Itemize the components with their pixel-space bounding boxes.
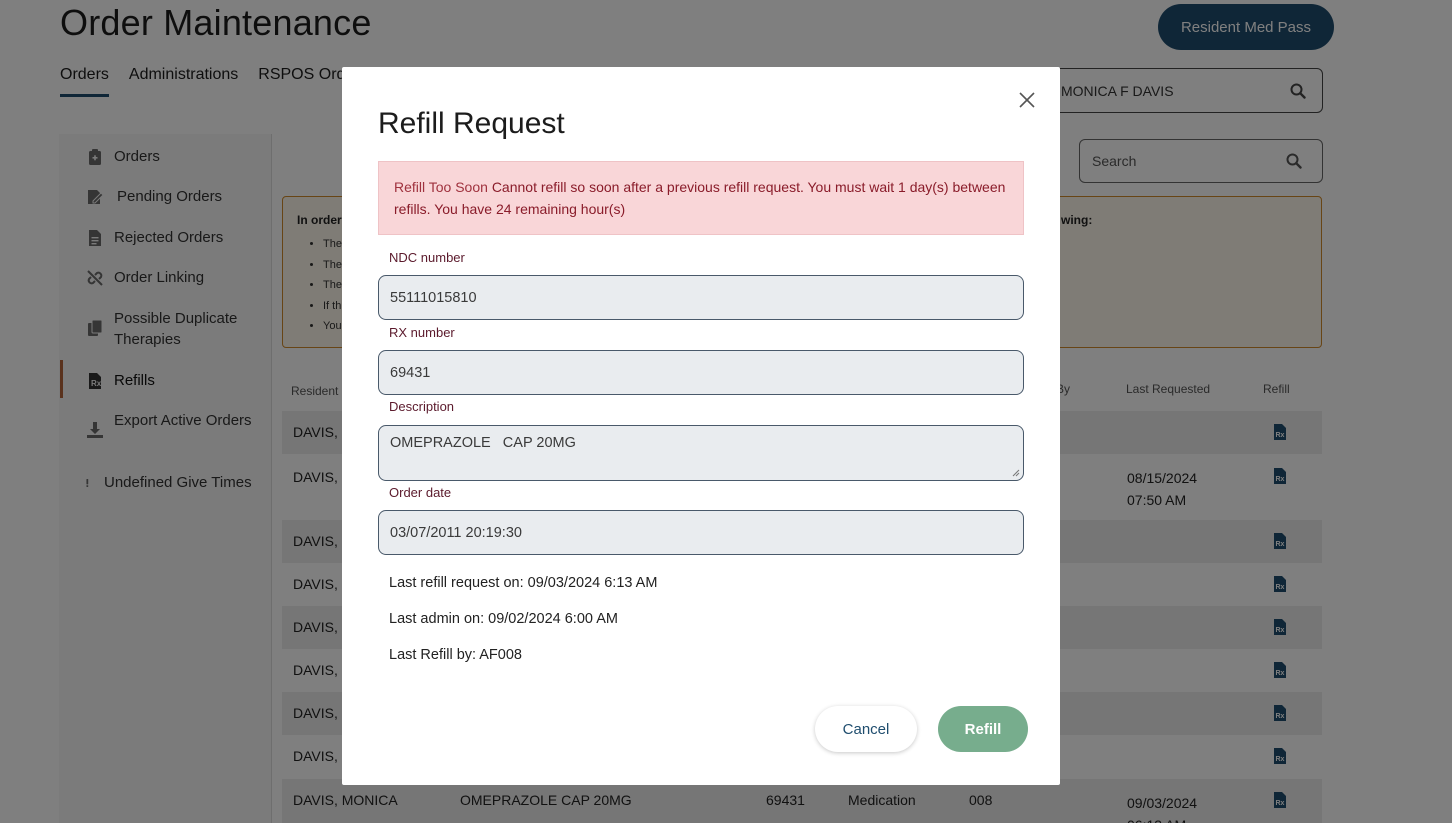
cancel-button[interactable]: Cancel [815,706,917,752]
ndc-number-field[interactable]: 55111015810 [378,275,1024,320]
refill-too-soon-alert: Refill Too Soon Cannot refill so soon af… [378,161,1024,235]
close-icon[interactable] [1017,90,1037,110]
rx-number-field[interactable]: 69431 [378,350,1024,395]
rx-number-label: RX number [389,325,455,340]
order-date-field[interactable]: 03/07/2011 20:19:30 [378,510,1024,555]
dialog-title: Refill Request [378,107,565,140]
ndc-number-label: NDC number [389,250,465,265]
refill-request-dialog: Refill Request Refill Too Soon Cannot re… [342,67,1060,785]
description-value: OMEPRAZOLE CAP 20MG [390,435,576,451]
description-field[interactable]: OMEPRAZOLE CAP 20MG [378,425,1024,481]
alert-title: Refill Too Soon [394,179,488,195]
description-label: Description [389,399,455,414]
last-refill-request-text: Last refill request on: 09/03/2024 6:13 … [389,575,658,591]
resize-handle-icon[interactable] [1012,469,1020,477]
last-refill-by-text: Last Refill by: AF008 [389,647,522,663]
last-admin-text: Last admin on: 09/02/2024 6:00 AM [389,611,618,627]
order-date-label: Order date [389,485,452,500]
refill-button[interactable]: Refill [938,706,1028,752]
